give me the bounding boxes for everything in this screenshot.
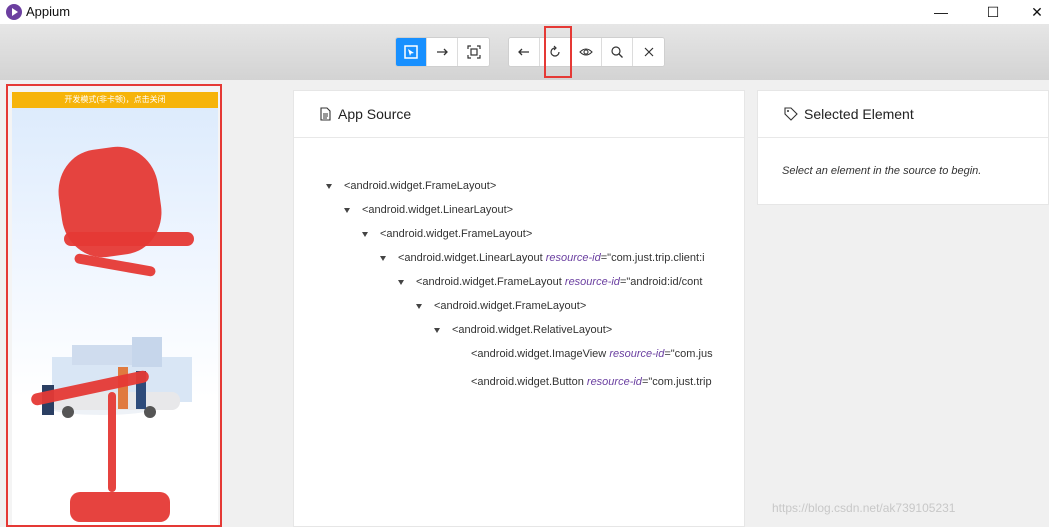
tree-node[interactable]: <android.widget.LinearLayout resource-id…: [380, 252, 732, 264]
tree-node[interactable]: <android.widget.FrameLayout>: [326, 180, 736, 192]
app-source-panel: App Source <android.widget.FrameLayout> …: [293, 90, 745, 527]
expand-caret-icon[interactable]: [380, 255, 386, 261]
close-icon: [644, 47, 653, 57]
tap-coordinates-button[interactable]: [458, 38, 489, 66]
close-window-button[interactable]: ✕: [1014, 0, 1049, 24]
dev-mode-banner[interactable]: 开发模式(非卡顿)，点击关闭: [12, 92, 218, 108]
back-button[interactable]: [509, 38, 540, 66]
window-title: Appium: [26, 4, 71, 19]
select-elements-button[interactable]: [396, 38, 427, 66]
quit-session-button[interactable]: [633, 38, 664, 66]
app-source-title: App Source: [338, 106, 412, 122]
selected-element-header: Selected Element: [758, 91, 1048, 138]
minimize-button[interactable]: —: [918, 0, 964, 24]
screen-capture-icon: [466, 45, 481, 59]
arrow-left-icon: [518, 48, 529, 56]
search-icon: [611, 46, 623, 58]
tree-node[interactable]: <android.widget.FrameLayout>: [416, 300, 732, 312]
device-screen[interactable]: 开发模式(非卡顿)，点击关闭: [12, 92, 218, 525]
tree-node[interactable]: <android.widget.FrameLayout>: [362, 228, 736, 240]
title-bar: Appium — ☐ ✕: [0, 0, 1049, 24]
expand-caret-icon[interactable]: [398, 279, 404, 285]
expand-caret-icon[interactable]: [362, 231, 368, 237]
action-button-group: [508, 37, 665, 67]
tree-node[interactable]: <android.widget.LinearLayout>: [344, 204, 736, 216]
redaction-scribble: [64, 232, 194, 246]
search-button[interactable]: [602, 38, 633, 66]
eye-icon: [579, 48, 593, 56]
redaction-scribble: [70, 492, 170, 522]
selected-element-panel: Selected Element Select an element in th…: [757, 90, 1049, 205]
tag-icon: [784, 107, 798, 121]
toggle-visibility-button[interactable]: [571, 38, 602, 66]
arrow-right-icon: [437, 48, 448, 56]
appium-logo-icon: [6, 4, 22, 20]
redaction-scribble: [108, 392, 116, 492]
watermark: https://blog.csdn.net/ak739105231: [772, 501, 956, 515]
mode-button-group: [395, 37, 490, 67]
maximize-button[interactable]: ☐: [970, 0, 1016, 24]
swipe-button[interactable]: [427, 38, 458, 66]
app-source-header: App Source: [294, 91, 744, 138]
expand-caret-icon[interactable]: [344, 207, 350, 213]
tree-node[interactable]: <android.widget.FrameLayout resource-id=…: [398, 276, 732, 288]
refresh-highlight-box: [544, 26, 572, 78]
selected-element-hint: Select an element in the source to begin…: [782, 165, 982, 177]
expand-caret-icon[interactable]: [434, 327, 440, 333]
redaction-scribble: [73, 252, 157, 278]
tree-node[interactable]: <android.widget.RelativeLayout>: [434, 324, 732, 336]
selected-element-title: Selected Element: [804, 106, 914, 122]
expand-caret-icon[interactable]: [416, 303, 422, 309]
device-screenshot-panel: 开发模式(非卡顿)，点击关闭: [6, 84, 222, 527]
expand-caret-icon[interactable]: [326, 183, 332, 189]
tree-node[interactable]: <android.widget.Button resource-id="com.…: [471, 376, 732, 388]
tree-node[interactable]: <android.widget.ImageView resource-id="c…: [471, 348, 732, 360]
file-icon: [320, 107, 331, 121]
select-icon: [404, 45, 418, 59]
